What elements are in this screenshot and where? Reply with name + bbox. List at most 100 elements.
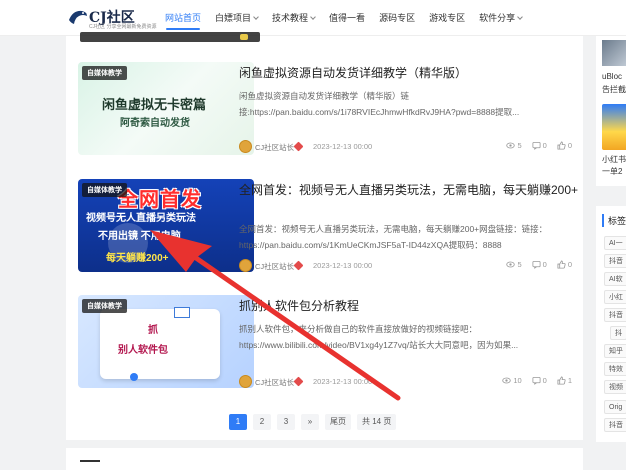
page-1-button[interactable]: 1 <box>229 414 247 430</box>
view-count: 5 <box>506 260 522 269</box>
sidebar-post-title[interactable]: uBloc <box>602 72 622 81</box>
sidebar-recommend: uBloc 告拦截 小红书 一单2 <box>596 36 626 186</box>
tags-heading: 标签 <box>602 214 626 227</box>
logo-bird-icon <box>69 10 87 24</box>
nav-tech-tutorials[interactable]: 技术教程 <box>265 0 322 36</box>
tag-item[interactable]: 抖 <box>610 326 626 340</box>
like-count-value: 0 <box>567 141 572 150</box>
section-heading-clipped <box>80 460 100 462</box>
logo-subtitle: CJ社区 分享全网最新免费资源 <box>89 24 157 30</box>
post-title-link[interactable]: 抓别人软件包分析教程 <box>239 297 579 316</box>
comment-icon <box>532 260 541 269</box>
tag-item[interactable]: 抖音 <box>604 418 626 432</box>
heading-decoration <box>240 34 248 40</box>
tag-item[interactable]: Orig <box>604 400 626 414</box>
page-2-button[interactable]: 2 <box>253 414 271 430</box>
like-count[interactable]: 0 <box>557 260 572 269</box>
site-logo[interactable]: CJ社区 CJ社区 分享全网最新免费资源 <box>68 6 158 30</box>
tag-item[interactable]: AI软 <box>604 272 626 286</box>
author-name[interactable]: CJ社区站长 <box>255 261 294 272</box>
avatar[interactable] <box>239 375 252 388</box>
page-3-button[interactable]: 3 <box>277 414 295 430</box>
post-thumbnail[interactable]: 抓 别人软件包 自媒体教学 <box>78 295 254 388</box>
thumb-text: 全网首发 <box>118 189 202 211</box>
nav-software-label: 软件分享 <box>479 13 516 23</box>
next-section-clipped <box>66 448 583 470</box>
post-list-panel: 闲鱼虚拟无卡密篇 阿奇索自动发货 自媒体教学 闲鱼虚拟资源自动发货详细教学（精华… <box>66 32 583 440</box>
like-count[interactable]: 0 <box>557 141 572 150</box>
author-name[interactable]: CJ社区站长 <box>255 377 294 388</box>
nav-home-label: 网站首页 <box>165 13 202 23</box>
post-title-link[interactable]: 闲鱼虚拟资源自动发货详细教学（精华版） <box>239 64 579 83</box>
tag-item[interactable]: 抖音 <box>604 254 626 268</box>
category-badge[interactable]: 自媒体教学 <box>82 66 127 80</box>
section-heading-clipped <box>80 32 260 42</box>
pagination: 1 2 3 » 尾页 共 14 页 <box>229 414 397 430</box>
tag-item[interactable]: AI一 <box>604 236 626 250</box>
total-pages: 共 14 页 <box>357 414 397 430</box>
comment-count[interactable]: 0 <box>532 260 547 269</box>
avatar[interactable] <box>239 140 252 153</box>
comment-count-value: 0 <box>542 260 547 269</box>
thumbs-up-icon <box>557 260 566 269</box>
view-count: 5 <box>506 141 522 150</box>
thumb-text: 阿奇索自动发货 <box>120 118 190 129</box>
nav-source-code[interactable]: 源码专区 <box>372 0 422 36</box>
nav-freebie-projects[interactable]: 白嫖项目 <box>208 0 265 36</box>
nav-games[interactable]: 游戏专区 <box>422 0 472 36</box>
tag-item[interactable]: 知乎 <box>604 344 626 358</box>
comment-count[interactable]: 0 <box>532 141 547 150</box>
thumb-text: 不用出镜 不用电脑 <box>98 231 181 242</box>
nav-worth-label: 值得一看 <box>329 13 366 23</box>
vip-diamond-icon <box>293 376 304 387</box>
nav-worth-a-look[interactable]: 值得一看 <box>322 0 372 36</box>
nav-home[interactable]: 网站首页 <box>158 0 208 36</box>
post-thumbnail[interactable]: 闲鱼虚拟无卡密篇 阿奇索自动发货 自媒体教学 <box>78 62 254 155</box>
tag-item[interactable]: 视频 <box>604 380 626 394</box>
chevron-down-icon <box>253 14 259 20</box>
nav-freebie-label: 白嫖项目 <box>215 13 252 23</box>
nav-source-label: 源码专区 <box>379 13 416 23</box>
author-name[interactable]: CJ社区站长 <box>255 142 294 153</box>
nav-tech-label: 技术教程 <box>272 13 309 23</box>
vip-diamond-icon <box>293 260 304 271</box>
like-count-value: 0 <box>567 260 572 269</box>
category-badge[interactable]: 自媒体教学 <box>82 299 127 313</box>
comment-count[interactable]: 0 <box>532 376 547 385</box>
view-count-value: 5 <box>517 260 522 269</box>
like-count-value: 1 <box>567 376 572 385</box>
nav-software[interactable]: 软件分享 <box>472 0 529 36</box>
comment-icon <box>532 376 541 385</box>
post-date: 2023-12-13 00:00 <box>313 142 373 151</box>
sidebar-post-title[interactable]: 小红书 <box>602 154 626 165</box>
thumb-text: 视频号无人直播另类玩法 <box>86 213 196 224</box>
sidebar-post-title[interactable]: 一单2 <box>602 166 622 177</box>
next-page-button[interactable]: » <box>301 414 319 430</box>
chevron-down-icon <box>310 14 316 20</box>
tag-item[interactable]: 特效 <box>604 362 626 376</box>
post-excerpt: 闲鱼虚拟资源自动发货详细教学（精华版）链接:https://pan.baidu.… <box>239 91 520 117</box>
post-date: 2023-12-13 00:00 <box>313 377 373 386</box>
post-item: 抓 别人软件包 自媒体教学 抓别人软件包分析教程 抓别人软件包，来分析做自己的软… <box>78 295 572 391</box>
sidebar-post-title[interactable]: 告拦截 <box>602 84 626 95</box>
comment-count-value: 0 <box>542 376 547 385</box>
category-badge[interactable]: 自媒体教学 <box>82 183 127 197</box>
thumb-text: 每天躺赚200+ <box>106 253 169 264</box>
avatar[interactable] <box>239 259 252 272</box>
post-title-link[interactable]: 全网首发：视频号无人直播另类玩法，无需电脑，每天躺赚200+ <box>239 181 579 200</box>
thumbs-up-icon <box>557 141 566 150</box>
thumb-text: 抓 <box>148 325 158 336</box>
thumbs-up-icon <box>557 376 566 385</box>
last-page-button[interactable]: 尾页 <box>325 414 351 430</box>
thumb-text: 别人软件包 <box>118 345 168 356</box>
sidebar-tags: 标签 AI一 抖音 AI软 小红 抖音 抖 知乎 特效 视频 Orig 抖音 <box>596 206 626 442</box>
tag-item[interactable]: 小红 <box>604 290 626 304</box>
post-thumbnail[interactable]: 全网首发 视频号无人直播另类玩法 不用出镜 不用电脑 每天躺赚200+ 自媒体教… <box>78 179 254 272</box>
eye-icon <box>506 142 516 149</box>
tag-item[interactable]: 抖音 <box>604 308 626 322</box>
sidebar-thumbnail[interactable] <box>602 104 626 150</box>
post-meta: CJ社区站长 2023-12-13 00:00 10 0 1 <box>239 375 572 389</box>
eye-icon <box>506 261 516 268</box>
sidebar-thumbnail[interactable] <box>602 40 626 66</box>
like-count[interactable]: 1 <box>557 376 572 385</box>
